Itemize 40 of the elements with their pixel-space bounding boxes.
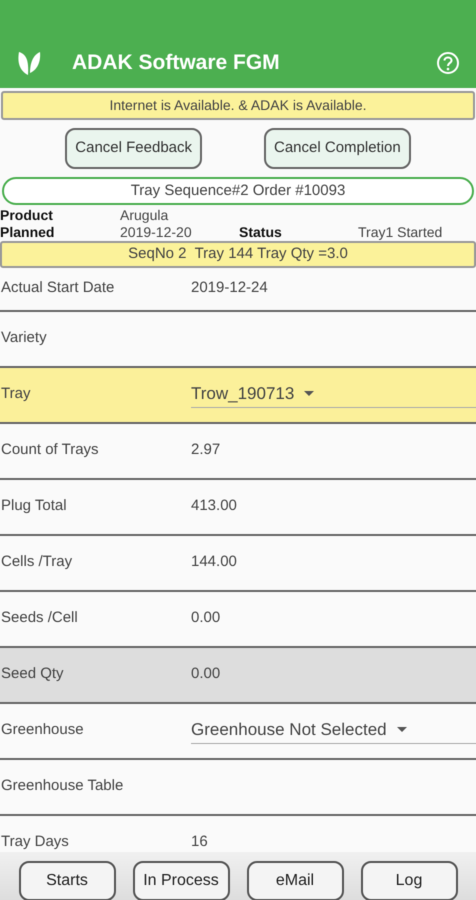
caret-icon [304,390,314,396]
caret-icon [396,726,407,732]
sequence-title: Tray Sequence#2 Order #10093 [2,176,474,205]
help-icon[interactable] [436,51,460,75]
product-value: Arugula [120,207,170,224]
status-value: Tray1 Started [358,224,442,241]
leaf-icon [16,49,42,77]
planned-value: 2019-12-20 [120,224,193,241]
field-label: Seeds /Cell [0,608,79,628]
nav-button[interactable]: eMail [246,860,344,900]
planned-label: Planned [0,224,56,241]
field-value: 0.00 [191,608,220,628]
field-label: Tray Days [0,832,70,852]
field-value: 413.00 [191,496,237,516]
field-value: 2.97 [191,440,220,460]
field-label: Greenhouse Table [0,776,124,796]
field-value: 144.00 [191,552,237,572]
product-label: Product [0,207,54,224]
action-button[interactable]: Cancel Completion [264,128,411,168]
field-value: 0.00 [191,664,220,684]
field-label: Tray [0,384,32,404]
field-label: Seed Qty [0,664,65,684]
sequence-banner: SeqNo 2 Tray 144 Tray Qty =3.0 [0,241,476,268]
field-value: 2019-12-24 [191,278,268,298]
app-title: ADAK Software FGM [72,50,281,76]
nav-button[interactable]: In Process [132,860,230,900]
connection-banner: Internet is Available. & ADAK is Available. [1,91,475,120]
nav-button[interactable]: Log [360,860,458,900]
field-value: 16 [191,832,208,852]
field-label: Actual Start Date [0,278,116,298]
action-button[interactable]: Cancel Feedback [65,128,202,168]
field-label: Greenhouse [0,720,85,740]
field-label: Variety [0,328,48,348]
dropdown-field[interactable]: Trow_190713 [191,380,476,408]
nav-button[interactable]: Starts [18,860,116,900]
status-label: Status [239,224,283,241]
field-label: Plug Total [0,496,68,516]
dropdown-field[interactable]: Greenhouse Not Selected [191,716,476,744]
field-label: Count of Trays [0,440,100,460]
field-label: Cells /Tray [0,552,74,572]
